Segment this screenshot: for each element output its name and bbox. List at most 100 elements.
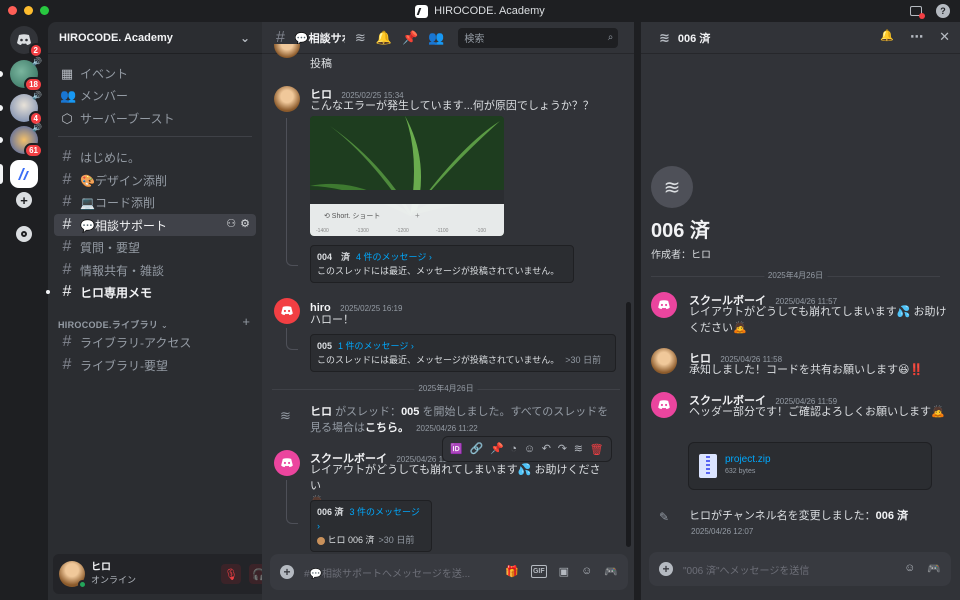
server-icon-1[interactable]: 🔊 18 bbox=[10, 57, 43, 92]
add-reaction-icon[interactable]: ☺ bbox=[524, 443, 535, 456]
thread-preview-006[interactable]: 006 済3 件のメッセージ › ヒロ 006 済 >30 日前 bbox=[310, 500, 432, 552]
more-options-icon[interactable]: ⋯ bbox=[910, 30, 923, 43]
server-icon-2[interactable]: 🔊 4 bbox=[10, 91, 43, 126]
help-icon[interactable]: ? bbox=[936, 4, 950, 18]
avatar[interactable] bbox=[274, 44, 300, 58]
sidebar-divider bbox=[58, 136, 252, 137]
sidebar-item-members[interactable]: 👥 メンバー bbox=[54, 84, 256, 106]
channel-hiro-memo[interactable]: # ヒロ専用メモ bbox=[54, 281, 256, 303]
app-logo-icon bbox=[415, 4, 429, 18]
file-size: 632 bytes bbox=[725, 468, 756, 475]
message-text: レイアウトがどうしても崩れてしまいます💦 お助けください bbox=[310, 464, 601, 492]
unread-pill bbox=[0, 137, 3, 143]
system-message: ヒロ がスレッド：005 を開始しました。すべてのスレッドを 見る場合はこちら。… bbox=[310, 404, 610, 437]
avatar[interactable] bbox=[59, 561, 87, 589]
id-icon[interactable]: 🆔 bbox=[450, 443, 462, 456]
date-divider: 2025年4月26日 bbox=[651, 270, 940, 281]
server-icon-3[interactable]: 🔊 61 bbox=[10, 123, 43, 158]
avatar[interactable] bbox=[274, 86, 300, 112]
pin-icon[interactable]: 📌 bbox=[402, 31, 418, 44]
guild-header[interactable]: HIROCODE. Academy ⌄ bbox=[48, 22, 262, 54]
composer-placeholder: #💬相談サポートへメッセージを送... bbox=[304, 568, 471, 580]
server-icon-hirocode[interactable] bbox=[10, 160, 38, 188]
message-image-attachment[interactable]: ⟲ Short. ショート + -1400 -1300 -1200 -1100 … bbox=[310, 116, 504, 236]
category-library[interactable]: HIROCODE.ライブラリ ⌄ bbox=[58, 318, 168, 331]
selected-pill bbox=[0, 164, 3, 184]
thread-message-composer[interactable]: + "006 済"へメッセージを送信 ☺ 🎮 bbox=[649, 552, 951, 586]
channel-label: 質問・要望 bbox=[80, 240, 141, 255]
create-thread-icon[interactable]: ≋ bbox=[574, 443, 583, 456]
channel-label: ヒロ専用メモ bbox=[80, 285, 153, 300]
reply-icon[interactable]: ↶ bbox=[542, 443, 551, 456]
channel-library-access[interactable]: # ライブラリ-アクセス bbox=[54, 331, 256, 353]
message-composer[interactable]: + #💬相談サポートへメッセージを送... 🎁 GIF ▣ ☺ 🎮 bbox=[270, 554, 628, 590]
activities-icon[interactable]: 🎮 bbox=[604, 565, 618, 578]
emoji-icon[interactable]: ☺ bbox=[904, 562, 915, 575]
thread-message-count[interactable]: 4 件のメッセージ › bbox=[356, 252, 432, 262]
avatar[interactable] bbox=[274, 450, 300, 476]
activities-icon[interactable]: 🎮 bbox=[927, 562, 941, 575]
channel-design-review[interactable]: # 🎨デザイン添削 bbox=[54, 169, 256, 191]
gift-icon[interactable]: 🎁 bbox=[505, 565, 519, 578]
thread-message-count[interactable]: 1 件のメッセージ › bbox=[338, 341, 414, 351]
thread-preview-005[interactable]: 005 1 件のメッセージ › このスレッドには最近、メッセージが投稿されていませ… bbox=[310, 334, 616, 372]
mute-mic-icon[interactable]: 🎙 bbox=[221, 564, 241, 584]
channel-library-requests[interactable]: # ライブラリ-要望 bbox=[54, 354, 256, 376]
pencil-icon: ✎ bbox=[659, 510, 670, 524]
notification-bell-icon[interactable]: 🔔 bbox=[880, 30, 894, 43]
minimize-window-button[interactable] bbox=[24, 6, 33, 15]
thread-preview-text: このスレッドには最近、メッセージが投稿されていません。 bbox=[317, 355, 560, 365]
unread-dot bbox=[46, 290, 50, 294]
sticker-icon[interactable]: ▣ bbox=[559, 565, 569, 578]
avatar[interactable] bbox=[651, 348, 677, 374]
attach-plus-icon[interactable]: + bbox=[280, 565, 294, 579]
calendar-icon: ▦ bbox=[60, 65, 74, 81]
system-thread-name[interactable]: 005 bbox=[401, 406, 419, 418]
view-all-threads-link[interactable]: こちら。 bbox=[365, 422, 409, 434]
svg-text:-100: -100 bbox=[476, 228, 486, 234]
link-icon[interactable]: 🔗 bbox=[470, 443, 484, 456]
user-info[interactable]: ヒロ オンライン bbox=[91, 562, 136, 586]
user-status: オンライン bbox=[91, 575, 137, 585]
avatar[interactable] bbox=[274, 298, 300, 324]
message-actions-bar: 🆔 🔗 📌 ◔ ☺ ↶ ↷ ≋ 🗑 bbox=[442, 436, 612, 462]
attach-plus-icon[interactable]: + bbox=[659, 562, 673, 576]
super-reaction-icon[interactable]: ◔ bbox=[510, 443, 517, 456]
zoom-window-button[interactable] bbox=[40, 6, 49, 15]
add-server-button[interactable]: + bbox=[10, 186, 38, 214]
channel-info-share[interactable]: # 情報共有・雑談 bbox=[54, 259, 256, 281]
thread-preview-004[interactable]: 004 済 4 件のメッセージ › このスレッドには最近、メッセージが投稿されてい… bbox=[310, 245, 574, 283]
channel-support[interactable]: # 💬相談サポート ⚇ ⚙ bbox=[54, 214, 256, 236]
system-author[interactable]: ヒロ bbox=[310, 406, 332, 418]
member-list-icon[interactable]: 👥 bbox=[428, 31, 444, 44]
close-icon[interactable]: ✕ bbox=[939, 30, 950, 43]
pin-icon[interactable]: 📌 bbox=[490, 443, 504, 456]
server-1-badge: 18 bbox=[24, 77, 43, 92]
add-channel-icon[interactable]: + bbox=[242, 314, 250, 329]
settings-gear-icon[interactable]: ⚙ bbox=[240, 217, 250, 230]
direct-messages-button[interactable]: 2 bbox=[10, 26, 43, 58]
chat-scrollbar[interactable] bbox=[626, 302, 631, 547]
sidebar-item-events[interactable]: ▦ イベント bbox=[54, 62, 256, 84]
invite-icon[interactable]: ⚇ bbox=[226, 217, 236, 230]
avatar[interactable] bbox=[651, 292, 677, 318]
gif-icon[interactable]: GIF bbox=[530, 565, 547, 578]
forward-icon[interactable]: ↷ bbox=[558, 443, 567, 456]
file-name-link[interactable]: project.zip bbox=[725, 454, 771, 466]
channel-code-review[interactable]: # 💻コード添削 bbox=[54, 191, 256, 213]
file-attachment[interactable]: project.zip 632 bytes bbox=[688, 442, 932, 490]
threads-icon[interactable]: ≋ bbox=[355, 31, 366, 44]
sidebar-item-boost[interactable]: ⬡ サーバーブースト bbox=[54, 107, 256, 129]
notification-bell-icon[interactable]: 🔔 bbox=[376, 31, 392, 44]
search-input[interactable]: 検索 ⌕ bbox=[458, 27, 619, 48]
close-window-button[interactable] bbox=[8, 6, 17, 15]
hash-icon: # bbox=[62, 238, 72, 255]
discover-button[interactable] bbox=[10, 220, 38, 248]
delete-icon[interactable]: 🗑 bbox=[590, 443, 604, 456]
emoji-icon[interactable]: ☺ bbox=[581, 565, 592, 578]
inbox-icon[interactable] bbox=[910, 6, 925, 19]
avatar[interactable] bbox=[651, 392, 677, 418]
channel-questions[interactable]: # 質問・要望 bbox=[54, 236, 256, 258]
channel-hajimeni[interactable]: # はじめに。 bbox=[54, 146, 256, 168]
channel-sidebar: HIROCODE. Academy ⌄ ▦ イベント 👥 メンバー ⬡ サーバー… bbox=[46, 22, 305, 600]
